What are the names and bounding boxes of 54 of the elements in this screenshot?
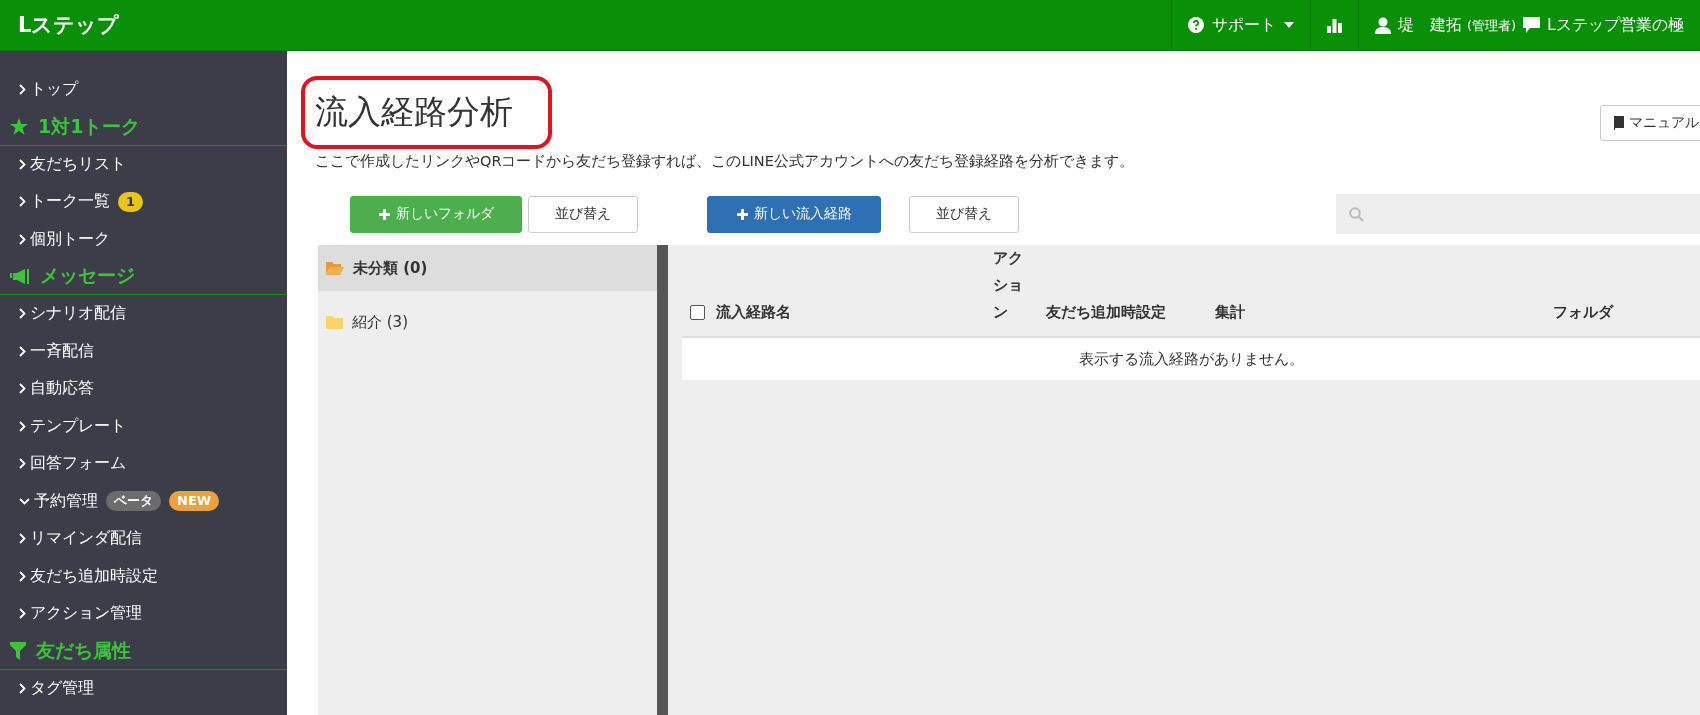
column-header: 流入経路名 [716,302,792,323]
sidebar-link[interactable]: 個別トーク [30,228,110,250]
caret-icon [1283,22,1294,28]
sort-button[interactable]: 並び替え [528,195,638,233]
sidebar-link[interactable]: リマインダ配信 [30,528,142,550]
sidebar-link[interactable]: トップ [30,79,78,101]
user-name[interactable]: 堤 建拓 (管理者) [1397,14,1517,36]
badge: 1 [118,191,144,212]
badge: ベータ [106,491,161,512]
column-header: 友だち追加時設定 [1046,302,1167,323]
plus-icon [378,208,390,220]
badge: NEW [169,491,220,512]
empty-message: 表示する流入経路がありません。 [1078,349,1304,369]
sidebar-link[interactable]: 予約管理 [34,490,98,512]
column-header: 集計 [1215,302,1246,323]
account-name[interactable]: Lステップ営業の極 [1547,14,1684,36]
section-heading: メッセージ [0,258,287,295]
book-icon [1613,116,1624,130]
folder-item[interactable]: 紹介 (3) [318,291,657,353]
sidebar-link[interactable]: アクション管理 [30,603,142,625]
folder-item[interactable]: 未分類 (0) [318,245,657,291]
filter-icon [10,641,26,660]
app-logo[interactable]: Lステップ [0,0,1171,50]
help-icon [1187,17,1204,33]
star-icon [10,118,28,135]
section-heading: 友だち属性 [0,632,287,670]
page-title: 流入経路分析 [315,91,513,133]
user-icon [1374,16,1391,34]
new-button[interactable]: 新しい流入経路 [707,195,881,233]
section-heading: 1対1トーク [0,108,287,146]
column-header: フォルダ [1553,302,1615,323]
manual-button[interactable]: マニュアル [1600,105,1700,141]
bar-chart-icon[interactable] [1326,17,1342,33]
sidebar-link[interactable]: 一斉配信 [30,340,94,362]
sidebar-link[interactable]: 自動応答 [30,378,94,400]
sidebar-link[interactable]: 友だちリスト [30,153,126,175]
folder-icon [326,315,343,329]
sidebar-link[interactable]: トーク一覧 [30,191,110,213]
plus-icon [736,208,748,220]
search-field[interactable] [1336,194,1700,234]
megaphone-icon [10,268,30,284]
sidebar-link[interactable]: 友だち追加時設定 [30,565,158,587]
sidebar-link[interactable]: テンプレート [30,415,126,437]
search-icon [1349,206,1364,222]
column-header: アクション [993,248,1023,323]
sidebar-link[interactable]: シナリオ配信 [30,303,126,325]
open-folder-icon [326,261,344,275]
support-menu[interactable]: サポート [1187,14,1294,36]
sidebar-link[interactable]: 回答フォーム [30,453,126,475]
page-description: ここで作成したリンクやQRコードから友だち登録すれば、このLINE公式アカウントへの友だち登録経路を分析できます。 [315,152,1135,171]
sort-button[interactable]: 並び替え [909,195,1019,233]
speech-bubble-icon [1523,17,1541,33]
sidebar-link[interactable]: タグ管理 [30,677,94,699]
select-all-checkbox[interactable] [690,305,705,320]
